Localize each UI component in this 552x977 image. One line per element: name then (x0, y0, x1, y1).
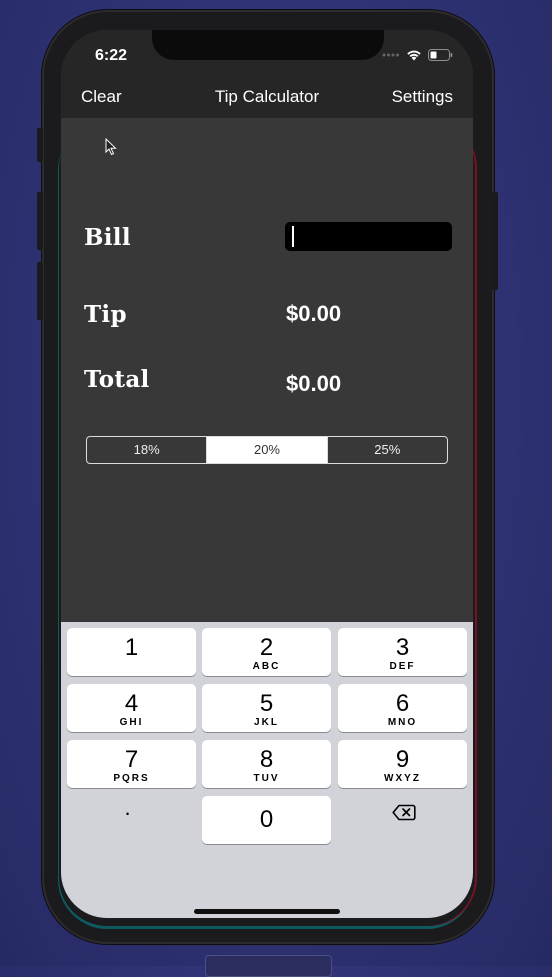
volume-up-button (37, 192, 43, 250)
tip-option-20[interactable]: 20% (206, 437, 327, 463)
status-icons (382, 47, 453, 63)
key-1[interactable]: 1 (67, 628, 196, 676)
key-letters: DEF (389, 661, 416, 672)
tip-label: Tip (84, 301, 127, 328)
key-digit: 7 (124, 746, 139, 773)
key-digit: 8 (259, 746, 274, 773)
key-digit: 0 (259, 806, 274, 833)
tip-amount: $0.00 (286, 301, 342, 326)
backspace-icon (391, 804, 416, 820)
key-digit: 5 (259, 690, 274, 717)
signal-icon (382, 53, 399, 57)
key-6[interactable]: 6 MNO (338, 684, 467, 732)
key-letters: PQRS (113, 773, 150, 784)
key-digit: 4 (124, 690, 139, 717)
power-button (492, 192, 498, 290)
key-0[interactable]: 0 (202, 796, 331, 844)
bill-input[interactable] (285, 222, 452, 251)
total-amount: $0.00 (286, 371, 342, 396)
home-indicator (194, 909, 340, 914)
key-digit: 1 (124, 634, 139, 661)
total-label: Total (84, 366, 150, 393)
tip-option-25[interactable]: 25% (326, 437, 447, 463)
text-caret (292, 226, 294, 247)
key-7[interactable]: 7 PQRS (67, 740, 196, 788)
notch (152, 30, 384, 60)
tip-option-18[interactable]: 18% (87, 437, 206, 463)
bill-label: Bill (84, 224, 131, 251)
wifi-icon (407, 50, 421, 61)
screen: 6:22 Clear Tip Calculator Settings Bill (61, 30, 473, 918)
volume-down-button (37, 262, 43, 320)
number-pad: 1 2 ABC 3 DEF 4 GHI 5 JKL 6 MNO 7 PQRS 8 (61, 622, 473, 918)
mouse-pointer-icon (105, 138, 117, 156)
key-letters: JKL (254, 717, 279, 728)
key-letters: WXYZ (384, 773, 421, 784)
key-letters: MNO (387, 717, 418, 728)
key-digit: 9 (395, 746, 410, 773)
delete-key[interactable] (338, 788, 469, 836)
key-letters: TUV (253, 773, 280, 784)
key-9[interactable]: 9 WXYZ (338, 740, 467, 788)
settings-button[interactable]: Settings (392, 87, 453, 107)
key-letters: GHI (119, 717, 144, 728)
tip-percentage-control: 18% 20% 25% (86, 436, 448, 464)
key-8[interactable]: 8 TUV (202, 740, 331, 788)
key-letters: ABC (252, 661, 281, 672)
mute-switch (37, 128, 43, 162)
key-4[interactable]: 4 GHI (67, 684, 196, 732)
battery-icon (428, 49, 453, 61)
status-time: 6:22 (95, 47, 128, 64)
key-digit: 6 (395, 690, 410, 717)
key-digit: 2 (259, 634, 274, 661)
key-3[interactable]: 3 DEF (338, 628, 467, 676)
key-5[interactable]: 5 JKL (202, 684, 331, 732)
simulator-window-tab (205, 955, 332, 977)
key-digit: 3 (395, 634, 410, 661)
key-2[interactable]: 2 ABC (202, 628, 331, 676)
navigation-bar: 6:22 Clear Tip Calculator Settings (61, 30, 473, 118)
key-decimal[interactable]: . (62, 788, 193, 836)
